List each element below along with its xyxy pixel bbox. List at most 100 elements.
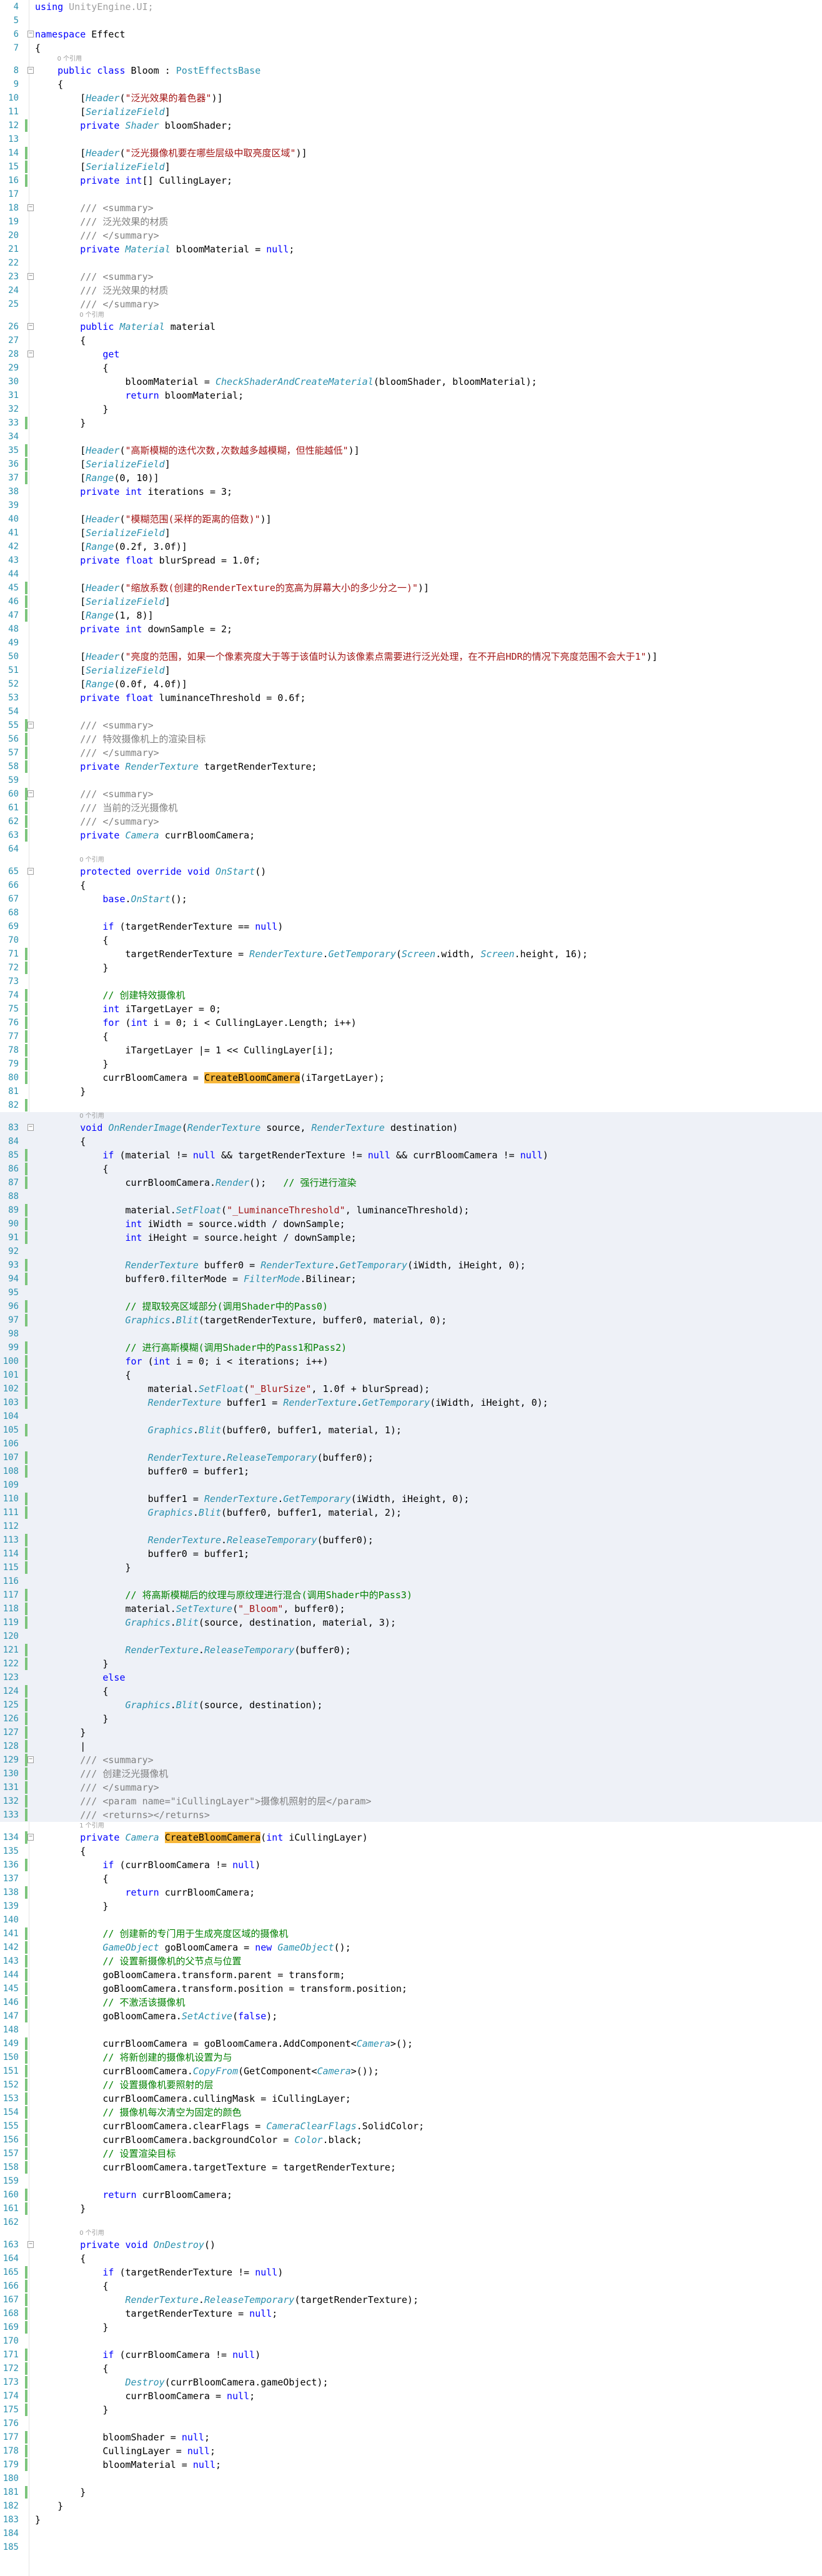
code-text[interactable]: Graphics.Blit(buffer0, buffer1, material… <box>35 1423 402 1437</box>
code-line[interactable]: 16 private int[] CullingLayer; <box>0 174 822 187</box>
code-line[interactable]: 50 [Header("亮度的范围，如果一个像素亮度大于等于该值时认为该像素点需… <box>0 650 822 664</box>
code-text[interactable]: // 提取较亮区域部分(调用Shader中的Pass0) <box>35 1300 329 1313</box>
code-line[interactable]: 85 if (material != null && targetRenderT… <box>0 1148 822 1162</box>
code-text[interactable]: /// 泛光效果的材质 <box>35 284 168 297</box>
code-text[interactable]: // 将高斯模糊后的纹理与原纹理进行混合(调用Shader中的Pass3) <box>35 1588 413 1602</box>
collapse-toggle-icon[interactable]: − <box>27 722 34 729</box>
reference-lens[interactable]: 0 个引用 <box>0 1112 822 1121</box>
code-line[interactable]: 143 // 设置新摄像机的父节点与位置 <box>0 1954 822 1968</box>
code-text[interactable]: } <box>35 2202 86 2215</box>
code-line[interactable]: 44 <box>0 567 822 581</box>
code-line[interactable]: 86 { <box>0 1162 822 1176</box>
code-text[interactable]: for (int i = 0; i < iterations; i++) <box>35 1355 329 1368</box>
code-line[interactable]: 136 if (currBloomCamera != null) <box>0 1858 822 1872</box>
code-text[interactable]: private Camera currBloomCamera; <box>35 828 255 842</box>
code-text[interactable]: buffer0 = buffer1; <box>35 1465 250 1478</box>
code-text[interactable]: private Camera CreateBloomCamera(int iCu… <box>35 1831 368 1844</box>
code-text[interactable]: [SerializeField] <box>35 105 171 119</box>
code-line[interactable]: 130 /// 创建泛光摄像机 <box>0 1767 822 1781</box>
code-text[interactable]: buffer1 = RenderTexture.GetTemporary(iWi… <box>35 1492 470 1506</box>
code-line[interactable]: 116 <box>0 1574 822 1588</box>
code-line[interactable]: 167 RenderTexture.ReleaseTemporary(targe… <box>0 2293 822 2307</box>
collapse-toggle-icon[interactable]: − <box>27 1124 34 1131</box>
code-line[interactable]: 87 currBloomCamera.Render(); // 强行进行渲染 <box>0 1176 822 1190</box>
code-line[interactable]: 76 for (int i = 0; i < CullingLayer.Leng… <box>0 1016 822 1030</box>
code-line[interactable]: 55 − /// <summary> <box>0 719 822 732</box>
code-line[interactable]: 169 } <box>0 2320 822 2334</box>
code-text[interactable]: /// 特效摄像机上的渲染目标 <box>35 732 206 746</box>
code-line[interactable]: 112 <box>0 1519 822 1533</box>
code-line[interactable]: 178 CullingLayer = null; <box>0 2444 822 2458</box>
code-text[interactable]: } <box>35 1085 86 1098</box>
reference-lens[interactable]: 0 个引用 <box>0 856 822 865</box>
code-line[interactable]: 123 else <box>0 1671 822 1684</box>
code-text[interactable]: iTargetLayer |= 1 << CullingLayer[i]; <box>35 1043 334 1057</box>
code-text[interactable]: RenderTexture.ReleaseTemporary(buffer0); <box>35 1643 351 1657</box>
collapse-toggle-icon[interactable]: − <box>27 67 34 74</box>
code-text[interactable]: { <box>35 2279 108 2293</box>
code-line[interactable]: 90 int iWidth = source.width / downSampl… <box>0 1217 822 1231</box>
reference-count-label[interactable]: 1 个引用 <box>79 1823 104 1830</box>
code-line[interactable]: 83 − void OnRenderImage(RenderTexture sou… <box>0 1121 822 1135</box>
code-text[interactable]: } <box>35 2403 108 2417</box>
code-line[interactable]: 68 <box>0 906 822 920</box>
code-text[interactable]: { <box>35 1030 108 1043</box>
code-line[interactable]: 129 − /// <summary> <box>0 1753 822 1767</box>
code-text[interactable]: goBloomCamera.transform.position = trans… <box>35 1982 407 1996</box>
code-text[interactable]: /// 当前的泛光摄像机 <box>35 801 177 815</box>
code-text[interactable]: /// </summary> <box>35 1781 159 1794</box>
code-text[interactable]: private Material bloomMaterial = null; <box>35 242 294 256</box>
code-line[interactable]: 150 // 将新创建的摄像机设置为与 <box>0 2051 822 2064</box>
code-line[interactable]: 77 { <box>0 1030 822 1043</box>
collapse-toggle-icon[interactable]: − <box>27 273 34 280</box>
code-line[interactable]: 159 <box>0 2174 822 2188</box>
code-line[interactable]: 24 /// 泛光效果的材质 <box>0 284 822 297</box>
code-text[interactable]: private void OnDestroy() <box>35 2238 215 2252</box>
code-line[interactable]: 144 goBloomCamera.transform.parent = tra… <box>0 1968 822 1982</box>
collapse-toggle-icon[interactable]: − <box>27 1834 34 1841</box>
code-text[interactable]: goBloomCamera.transform.parent = transfo… <box>35 1968 345 1982</box>
code-text[interactable]: // 创建特效摄像机 <box>35 988 185 1002</box>
code-line[interactable]: 30 bloomMaterial = CheckShaderAndCreateM… <box>0 375 822 389</box>
code-text[interactable]: if (targetRenderTexture != null) <box>35 2265 283 2279</box>
code-text[interactable]: RenderTexture buffer0 = RenderTexture.Ge… <box>35 1258 526 1272</box>
code-line[interactable]: 54 <box>0 705 822 719</box>
code-line[interactable]: 33 } <box>0 416 822 430</box>
code-text[interactable]: // 进行高斯模糊(调用Shader中的Pass1和Pass2) <box>35 1341 347 1355</box>
code-line[interactable]: 124 { <box>0 1684 822 1698</box>
code-text[interactable]: CullingLayer = null; <box>35 2444 215 2458</box>
code-line[interactable]: 21 private Material bloomMaterial = null… <box>0 242 822 256</box>
code-line[interactable]: 110 buffer1 = RenderTexture.GetTemporary… <box>0 1492 822 1506</box>
code-line[interactable]: 128 | <box>0 1739 822 1753</box>
code-text[interactable]: [Header("高斯模糊的迭代次数,次数越多越模糊，但性能越低")] <box>35 444 359 457</box>
code-text[interactable]: { <box>35 1872 108 1886</box>
code-line[interactable]: 149 currBloomCamera = goBloomCamera.AddC… <box>0 2037 822 2051</box>
code-line[interactable]: 22 <box>0 256 822 270</box>
code-line[interactable]: 183} <box>0 2513 822 2527</box>
code-line[interactable]: 41 [SerializeField] <box>0 526 822 540</box>
code-text[interactable]: } <box>35 1899 108 1913</box>
code-line[interactable]: 61 /// 当前的泛光摄像机 <box>0 801 822 815</box>
code-line[interactable]: 45 [Header("缩放系数(创建的RenderTexture的宽高为屏幕大… <box>0 581 822 595</box>
code-text[interactable]: int iTargetLayer = 0; <box>35 1002 221 1016</box>
code-text[interactable]: Graphics.Blit(source, destination); <box>35 1698 323 1712</box>
code-text[interactable]: return currBloomCamera; <box>35 2188 232 2202</box>
code-line[interactable]: 134 − private Camera CreateBloomCamera(in… <box>0 1831 822 1844</box>
code-line[interactable]: 152 // 设置摄像机要照射的层 <box>0 2078 822 2092</box>
code-line[interactable]: 9 { <box>0 77 822 91</box>
collapse-toggle-icon[interactable]: − <box>27 323 34 330</box>
code-line[interactable]: 39 <box>0 499 822 512</box>
code-text[interactable]: private int[] CullingLayer; <box>35 174 232 187</box>
code-line[interactable]: 10 [Header("泛光效果的着色器")] <box>0 91 822 105</box>
code-text[interactable]: /// </summary> <box>35 297 159 311</box>
code-text[interactable]: } <box>35 1726 86 1739</box>
code-text[interactable]: currBloomCamera.backgroundColor = Color.… <box>35 2133 362 2147</box>
code-line[interactable]: 89 material.SetFloat("_LuminanceThreshol… <box>0 1203 822 1217</box>
code-line[interactable]: 154 // 摄像机每次清空为固定的颜色 <box>0 2106 822 2119</box>
collapse-toggle-icon[interactable]: − <box>27 868 34 875</box>
reference-lens[interactable]: 0 个引用 <box>0 311 822 320</box>
code-text[interactable]: // 将新创建的摄像机设置为与 <box>35 2051 232 2064</box>
code-text[interactable]: /// <summary> <box>35 201 153 215</box>
code-line[interactable]: 98 <box>0 1327 822 1341</box>
code-text[interactable]: } <box>35 1657 108 1671</box>
